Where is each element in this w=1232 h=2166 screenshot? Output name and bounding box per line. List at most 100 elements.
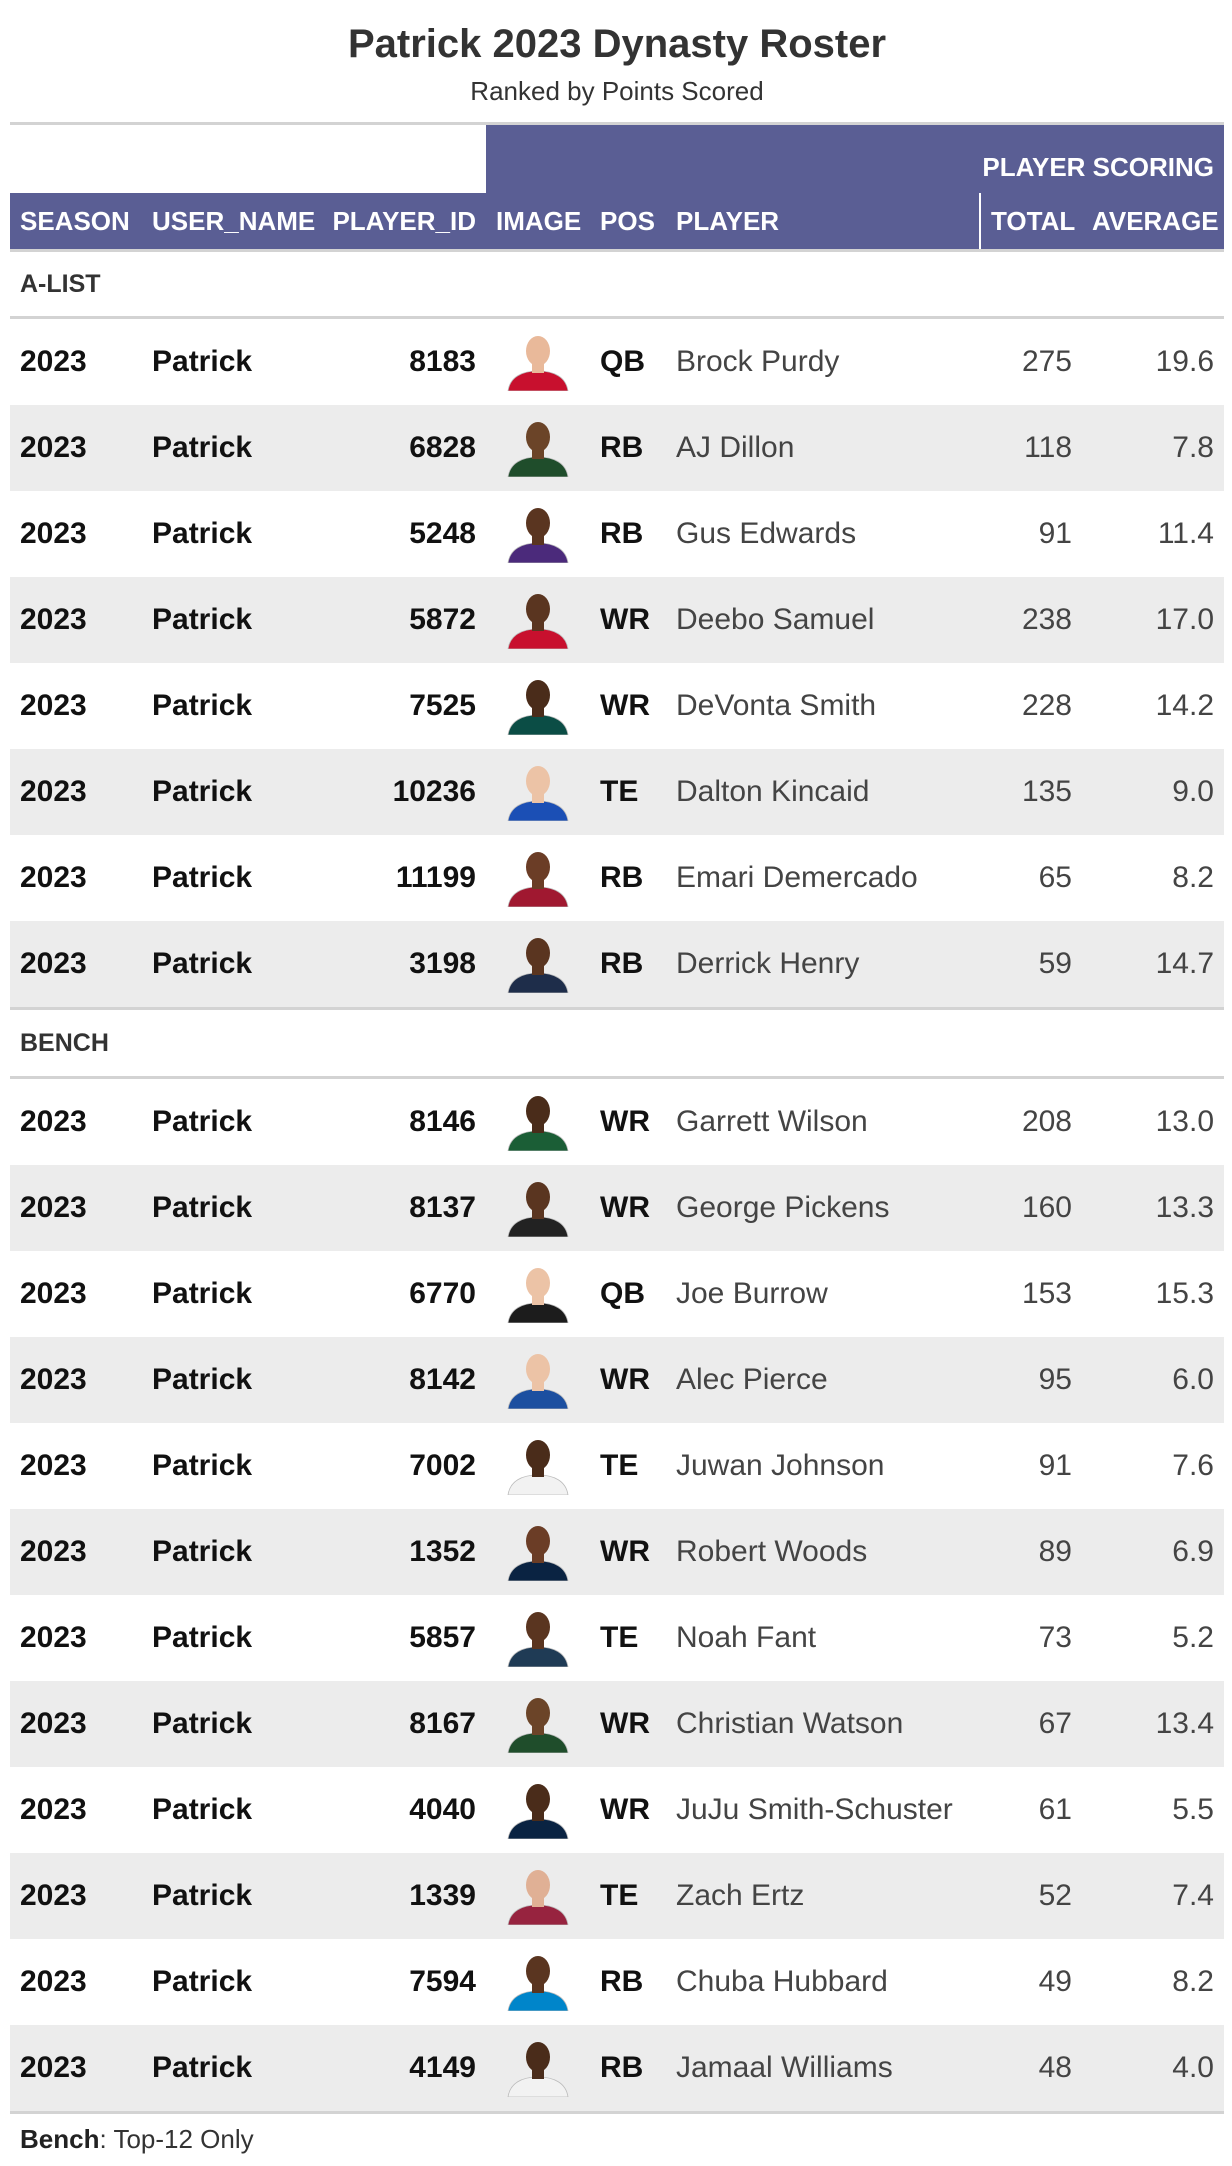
column-header-row: SEASON USER_NAME PLAYER_ID IMAGE POS PLA…	[10, 193, 1224, 252]
table-row: 2023 Patrick 8146 WR Garrett Wilson 208 13.0	[10, 1078, 1224, 1166]
header-season: SEASON	[10, 193, 142, 252]
header-total: TOTAL	[979, 193, 1082, 252]
average-points-cell: 15.3	[1155, 1277, 1214, 1310]
image-cell	[486, 1165, 590, 1251]
table-row: 2023 Patrick 6828 RB AJ Dillon 118 7.8	[10, 405, 1224, 491]
player-name-cell: Noah Fant	[676, 1621, 817, 1654]
pos-cell: QB	[600, 1277, 645, 1310]
pos-cell: WR	[590, 577, 666, 663]
user-name-cell: Patrick	[142, 749, 310, 835]
total-points-cell: 208	[1021, 1105, 1072, 1138]
average-points-cell: 13.0	[1155, 1105, 1214, 1138]
player-headshot-icon	[502, 1953, 574, 2011]
total-points-cell: 52	[980, 1853, 1082, 1939]
user-name-cell: Patrick	[142, 405, 310, 491]
player-id-cell: 6828	[310, 405, 486, 491]
image-cell	[486, 921, 590, 1009]
header-user-name: USER_NAME	[142, 193, 315, 252]
player-headshot-icon	[502, 419, 574, 477]
player-id-cell: 11199	[395, 861, 476, 894]
player-name-cell: Emari Demercado	[676, 861, 918, 894]
total-points-cell: 95	[980, 1337, 1082, 1423]
total-points-cell: 48	[980, 2025, 1082, 2111]
average-points-cell: 11.4	[1157, 517, 1214, 550]
player-name-cell: Chuba Hubbard	[676, 1965, 888, 1998]
player-name-cell: Deebo Samuel	[666, 577, 980, 663]
player-id-cell: 5248	[409, 517, 476, 550]
image-cell	[486, 1681, 590, 1767]
player-id-cell: 8142	[310, 1337, 486, 1423]
roster-table-container: Patrick 2023 Dynasty Roster Ranked by Po…	[10, 0, 1224, 2156]
image-cell	[486, 1337, 590, 1423]
user-name-cell: Patrick	[152, 1793, 253, 1826]
season-cell: 2023	[10, 1509, 142, 1595]
pos-cell: WR	[600, 1105, 650, 1138]
user-name-cell: Patrick	[142, 1165, 310, 1251]
season-cell: 2023	[20, 1621, 87, 1654]
average-points-cell: 7.6	[1172, 1449, 1214, 1482]
total-points-cell: 91	[1038, 517, 1072, 550]
table-row: 2023 Patrick 4149 RB Jamaal Williams 48 4.0	[10, 2025, 1224, 2111]
season-cell: 2023	[20, 517, 87, 550]
table-row: 2023 Patrick 7594 RB Chuba Hubbard 49 8.2	[10, 1939, 1224, 2025]
roster-table: PLAYER SCORING SEASON USER_NAME PLAYER_I…	[10, 125, 1224, 2111]
user-name-cell: Patrick	[142, 2025, 310, 2111]
table-row: 2023 Patrick 8183 QB Brock Purdy 275 19.6	[10, 318, 1224, 406]
user-name-cell: Patrick	[142, 1509, 310, 1595]
player-id-cell: 3198	[310, 921, 486, 1009]
pos-cell: TE	[590, 1853, 666, 1939]
user-name-cell: Patrick	[152, 1105, 253, 1138]
player-headshot-icon	[502, 1695, 574, 1753]
player-id-cell: 1339	[310, 1853, 486, 1939]
total-points-cell: 91	[1038, 1449, 1072, 1482]
season-cell: 2023	[10, 921, 142, 1009]
player-headshot-icon	[502, 1351, 574, 1409]
player-id-cell: 8183	[409, 345, 476, 378]
table-row: 2023 Patrick 4040 WR JuJu Smith-Schuster 61 5.…	[10, 1767, 1224, 1853]
page-title: Patrick 2023 Dynasty Roster	[347, 22, 887, 66]
total-points-cell: 135	[980, 749, 1082, 835]
footnote-text: : Top-12 Only	[99, 2124, 254, 2154]
average-points-cell: 19.6	[1155, 345, 1214, 378]
pos-cell: RB	[600, 1965, 644, 1998]
user-name-cell: Patrick	[152, 861, 253, 894]
image-cell	[486, 749, 590, 835]
table-row: 2023 Patrick 7002 TE Juwan Johnson 91 7.6	[10, 1423, 1224, 1509]
header-image: IMAGE	[486, 193, 590, 252]
average-points-cell: 14.2	[1155, 689, 1214, 722]
season-cell: 2023	[10, 1681, 142, 1767]
roster-body: A-LIST 2023 Patrick 8183 QB Brock Purdy 275 19.…	[10, 250, 1224, 2111]
page-subtitle: Ranked by Points Scored	[470, 76, 764, 106]
average-points-cell: 8.2	[1172, 861, 1214, 894]
player-id-cell: 6770	[409, 1277, 476, 1310]
group-label: BENCH	[10, 1007, 1224, 1079]
average-points-cell: 14.7	[1082, 921, 1224, 1009]
player-name-cell: DeVonta Smith	[676, 689, 877, 722]
player-name-cell: George Pickens	[666, 1165, 980, 1251]
user-name-cell: Patrick	[152, 517, 253, 550]
image-cell	[486, 491, 590, 577]
season-cell: 2023	[10, 749, 142, 835]
average-points-cell: 13.3	[1082, 1165, 1224, 1251]
season-cell: 2023	[10, 2025, 142, 2111]
image-cell	[486, 318, 590, 406]
pos-cell: TE	[590, 749, 666, 835]
user-name-cell: Patrick	[152, 1621, 253, 1654]
total-points-cell: 73	[1038, 1621, 1072, 1654]
user-name-cell: Patrick	[152, 1965, 253, 1998]
total-points-cell: 65	[1038, 861, 1072, 894]
player-headshot-icon	[502, 591, 574, 649]
player-headshot-icon	[502, 763, 574, 821]
image-cell	[486, 1767, 590, 1853]
player-headshot-icon	[502, 849, 574, 907]
image-cell	[486, 1078, 590, 1166]
average-points-cell: 7.4	[1082, 1853, 1224, 1939]
user-name-cell: Patrick	[152, 1277, 253, 1310]
player-scoring-spanner: PLAYER SCORING	[486, 125, 1224, 193]
player-name-cell: JuJu Smith-Schuster	[676, 1793, 953, 1826]
total-points-cell: 61	[1038, 1793, 1072, 1826]
header-pos: POS	[590, 193, 666, 252]
total-points-cell: 238	[980, 577, 1082, 663]
average-points-cell: 13.4	[1082, 1681, 1224, 1767]
player-id-cell: 7525	[409, 689, 476, 722]
